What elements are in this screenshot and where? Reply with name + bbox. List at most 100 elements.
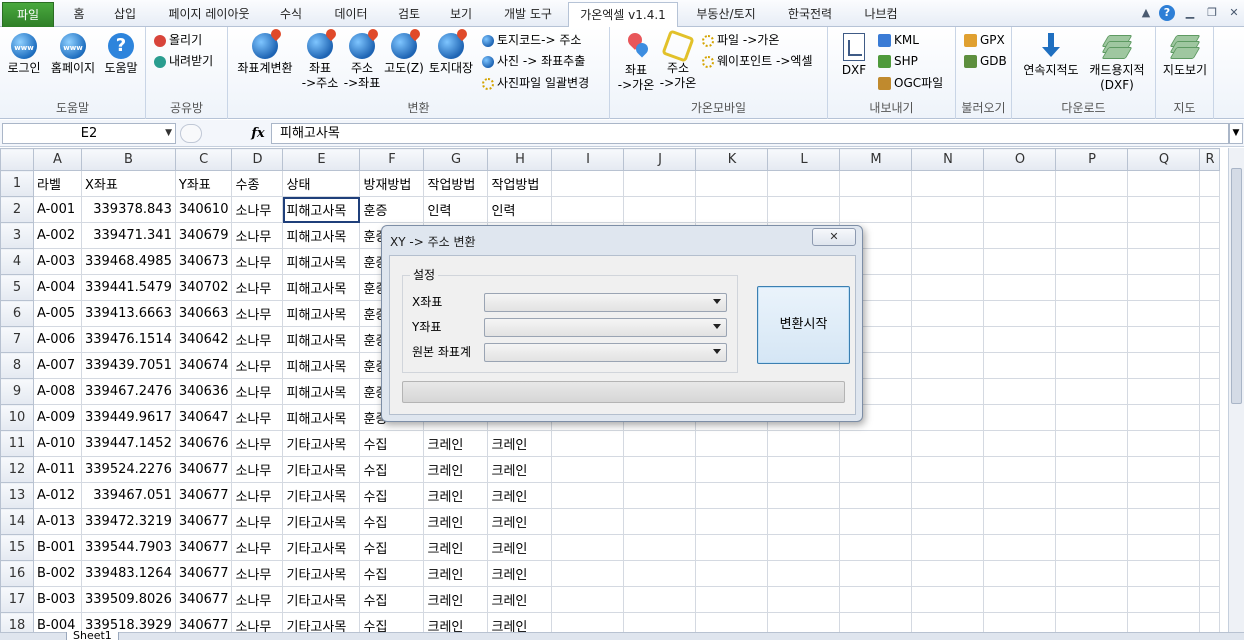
column-header[interactable]: Q bbox=[1127, 148, 1201, 171]
cell[interactable]: 소나무 bbox=[231, 404, 284, 431]
row-header[interactable]: 6 bbox=[0, 300, 34, 327]
cell[interactable]: 크레인 bbox=[487, 508, 553, 535]
name-box[interactable]: E2 ▼ bbox=[2, 123, 176, 144]
cell[interactable] bbox=[983, 222, 1057, 249]
tab-file[interactable]: 파일 bbox=[2, 2, 54, 27]
cell[interactable]: 340677 bbox=[174, 482, 233, 509]
cell[interactable] bbox=[1127, 300, 1201, 327]
tab-review[interactable]: 검토 bbox=[386, 2, 432, 27]
cell[interactable]: 340673 bbox=[174, 248, 233, 275]
row-header[interactable]: 11 bbox=[0, 430, 34, 457]
cell[interactable] bbox=[551, 456, 625, 483]
cell[interactable]: 소나무 bbox=[231, 456, 284, 483]
close-icon[interactable]: ✕ bbox=[1226, 5, 1242, 21]
cell[interactable]: 339468.4985 bbox=[81, 248, 176, 275]
cell[interactable] bbox=[1127, 170, 1201, 197]
cell[interactable] bbox=[767, 482, 841, 509]
cell[interactable]: A-005 bbox=[33, 300, 82, 327]
dialog-close-button[interactable]: ✕ bbox=[812, 228, 856, 246]
cell[interactable]: 소나무 bbox=[231, 248, 284, 275]
cell[interactable] bbox=[911, 612, 985, 632]
tab-data[interactable]: 데이터 bbox=[322, 2, 380, 27]
cell[interactable]: A-009 bbox=[33, 404, 82, 431]
cell[interactable] bbox=[1127, 508, 1201, 535]
waypoint-to-excel-button[interactable]: 웨이포인트 ->엑셀 bbox=[702, 52, 812, 70]
cell[interactable] bbox=[839, 612, 913, 632]
cell[interactable]: 소나무 bbox=[231, 586, 284, 613]
cell[interactable]: 소나무 bbox=[231, 326, 284, 353]
cell[interactable] bbox=[695, 482, 769, 509]
cell[interactable]: B-001 bbox=[33, 534, 82, 561]
cell[interactable]: 339509.8026 bbox=[81, 586, 176, 613]
cell[interactable]: 기타고사목 bbox=[282, 508, 361, 535]
cell[interactable]: 339449.9617 bbox=[81, 404, 176, 431]
cell[interactable] bbox=[767, 456, 841, 483]
cell[interactable] bbox=[911, 560, 985, 587]
cell[interactable]: B-002 bbox=[33, 560, 82, 587]
help-button[interactable]: ? 도움말 bbox=[100, 33, 142, 76]
cell[interactable] bbox=[983, 534, 1057, 561]
cell[interactable]: 크레인 bbox=[487, 560, 553, 587]
row-header[interactable]: 13 bbox=[0, 482, 34, 509]
row-header[interactable]: 9 bbox=[0, 378, 34, 405]
cell[interactable] bbox=[839, 586, 913, 613]
cell[interactable] bbox=[767, 612, 841, 632]
x-coord-select[interactable] bbox=[484, 293, 727, 312]
column-header[interactable]: B bbox=[81, 148, 176, 171]
cell[interactable]: 수집 bbox=[359, 612, 425, 632]
cell[interactable] bbox=[1055, 378, 1129, 405]
cell[interactable]: 340647 bbox=[174, 404, 233, 431]
cell[interactable] bbox=[983, 456, 1057, 483]
cell[interactable] bbox=[839, 482, 913, 509]
sheet-tab[interactable]: Sheet1 bbox=[66, 630, 119, 640]
column-header[interactable]: J bbox=[623, 148, 697, 171]
column-header[interactable]: M bbox=[839, 148, 913, 171]
column-header[interactable]: C bbox=[174, 148, 233, 171]
cell[interactable] bbox=[1199, 430, 1221, 457]
cell[interactable] bbox=[1127, 352, 1201, 379]
cell[interactable] bbox=[1055, 300, 1129, 327]
cell[interactable]: A-006 bbox=[33, 326, 82, 353]
cell[interactable] bbox=[911, 586, 985, 613]
cell[interactable] bbox=[911, 404, 985, 431]
cell[interactable] bbox=[623, 430, 697, 457]
cell[interactable]: 피해고사목 bbox=[282, 222, 361, 249]
coord-to-address-button[interactable]: 좌표 ->주소 bbox=[298, 33, 342, 91]
cell[interactable]: 크레인 bbox=[423, 508, 489, 535]
cell[interactable] bbox=[1199, 170, 1221, 197]
cell[interactable]: 크레인 bbox=[487, 534, 553, 561]
cell[interactable] bbox=[1127, 326, 1201, 353]
coord-system-convert-button[interactable]: 좌표계변환 bbox=[232, 33, 298, 76]
cell[interactable] bbox=[911, 274, 985, 301]
cell[interactable] bbox=[767, 508, 841, 535]
land-register-button[interactable]: 토지대장 bbox=[426, 33, 476, 76]
column-header[interactable]: E bbox=[282, 148, 361, 171]
cell[interactable] bbox=[1055, 586, 1129, 613]
cell[interactable] bbox=[1127, 482, 1201, 509]
cell[interactable]: 340677 bbox=[174, 456, 233, 483]
column-header[interactable]: L bbox=[767, 148, 841, 171]
cell[interactable] bbox=[1127, 378, 1201, 405]
cell[interactable] bbox=[983, 300, 1057, 327]
cell[interactable] bbox=[767, 170, 841, 197]
cell[interactable]: 340674 bbox=[174, 352, 233, 379]
start-conversion-button[interactable]: 변환시작 bbox=[757, 286, 850, 364]
cell[interactable] bbox=[767, 196, 841, 223]
cell[interactable]: X좌표 bbox=[81, 170, 176, 197]
row-header[interactable]: 14 bbox=[0, 508, 34, 535]
elevation-button[interactable]: 고도(Z) bbox=[382, 33, 426, 76]
column-header[interactable]: H bbox=[487, 148, 553, 171]
cell[interactable]: 기타고사목 bbox=[282, 586, 361, 613]
export-dxf-button[interactable]: DXF bbox=[836, 33, 872, 78]
cell[interactable]: 크레인 bbox=[423, 430, 489, 457]
cell[interactable] bbox=[1055, 482, 1129, 509]
cell[interactable]: 340676 bbox=[174, 430, 233, 457]
address-to-gaon-button[interactable]: 주소 ->가온 bbox=[656, 29, 700, 91]
cell[interactable] bbox=[1055, 560, 1129, 587]
cell[interactable] bbox=[983, 560, 1057, 587]
cell[interactable] bbox=[767, 534, 841, 561]
cell[interactable]: 소나무 bbox=[231, 352, 284, 379]
cell[interactable] bbox=[551, 612, 625, 632]
cell[interactable]: 기타고사목 bbox=[282, 456, 361, 483]
cell[interactable] bbox=[1199, 274, 1221, 301]
